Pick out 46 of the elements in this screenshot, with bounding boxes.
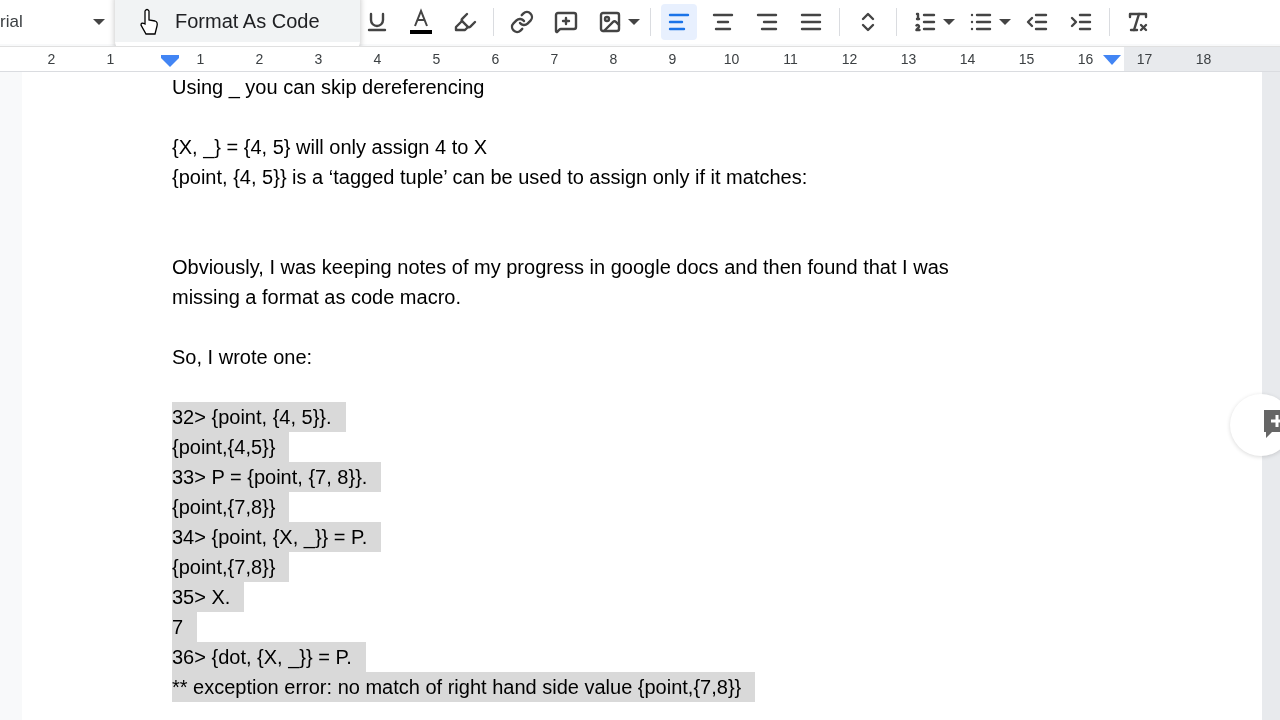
ruler-number: 17 [1135, 51, 1154, 67]
ruler-number: 6 [490, 51, 501, 67]
paragraph-text: missing a format as code macro. [172, 286, 461, 308]
paragraph-text: {point, {4, 5}} is a ‘tagged tuple’ can be used to assign only if it matches: [172, 166, 808, 188]
caret-icon[interactable] [943, 19, 955, 25]
ruler-number: 13 [899, 51, 918, 67]
align-left-button[interactable] [661, 4, 697, 40]
image-icon [598, 10, 622, 34]
underline-icon [365, 10, 389, 34]
indent-marker-icon[interactable] [1103, 55, 1121, 65]
paragraph-text: {X, _} = {4, 5} will only assign 4 to X [172, 136, 488, 158]
clear-format-icon [1126, 10, 1150, 34]
ruler-number: 8 [608, 51, 619, 67]
ruler-number: 12 [840, 51, 859, 67]
comment-icon [554, 10, 578, 34]
ruler-number: 15 [1017, 51, 1036, 67]
ruler-number: 9 [667, 51, 678, 67]
paragraph-text: Obviously, I was keeping notes of my progress in google docs and then found that I was [172, 256, 949, 278]
caret-icon[interactable] [628, 19, 640, 25]
paragraph-text: So, I wrote one: [172, 346, 313, 368]
ruler-number: 10 [722, 51, 741, 67]
ruler-number: 16 [1076, 51, 1095, 67]
ruler-number: 14 [958, 51, 977, 67]
ruler-number: 4 [372, 51, 383, 67]
ruler-number: 3 [313, 51, 324, 67]
ruler-number: 5 [431, 51, 442, 67]
numbered-list-icon [913, 10, 937, 34]
menu-item[interactable]: Format As Code [115, 0, 360, 42]
font-name[interactable]: rial [0, 12, 23, 32]
ruler-number: 7 [549, 51, 560, 67]
ruler-number: 2 [46, 51, 57, 67]
hand-cursor-icon [140, 8, 160, 36]
scrollbar-track[interactable] [1262, 72, 1280, 720]
ruler-number: 1 [195, 51, 206, 67]
ruler-number: 2 [254, 51, 265, 67]
ruler-number: 1 [105, 51, 116, 67]
caret-icon[interactable] [999, 19, 1011, 25]
ruler-number: 18 [1194, 51, 1213, 67]
ruler-number: 11 [782, 51, 799, 67]
highlight-icon [453, 10, 477, 34]
text-color-icon [409, 8, 433, 36]
add-comment-button[interactable] [1230, 394, 1280, 456]
indent-marker-icon[interactable] [161, 55, 179, 67]
caret-icon[interactable] [93, 19, 105, 25]
paragraph-text: Using _ you can skip dereferencing [172, 76, 485, 98]
link-icon [510, 10, 534, 34]
